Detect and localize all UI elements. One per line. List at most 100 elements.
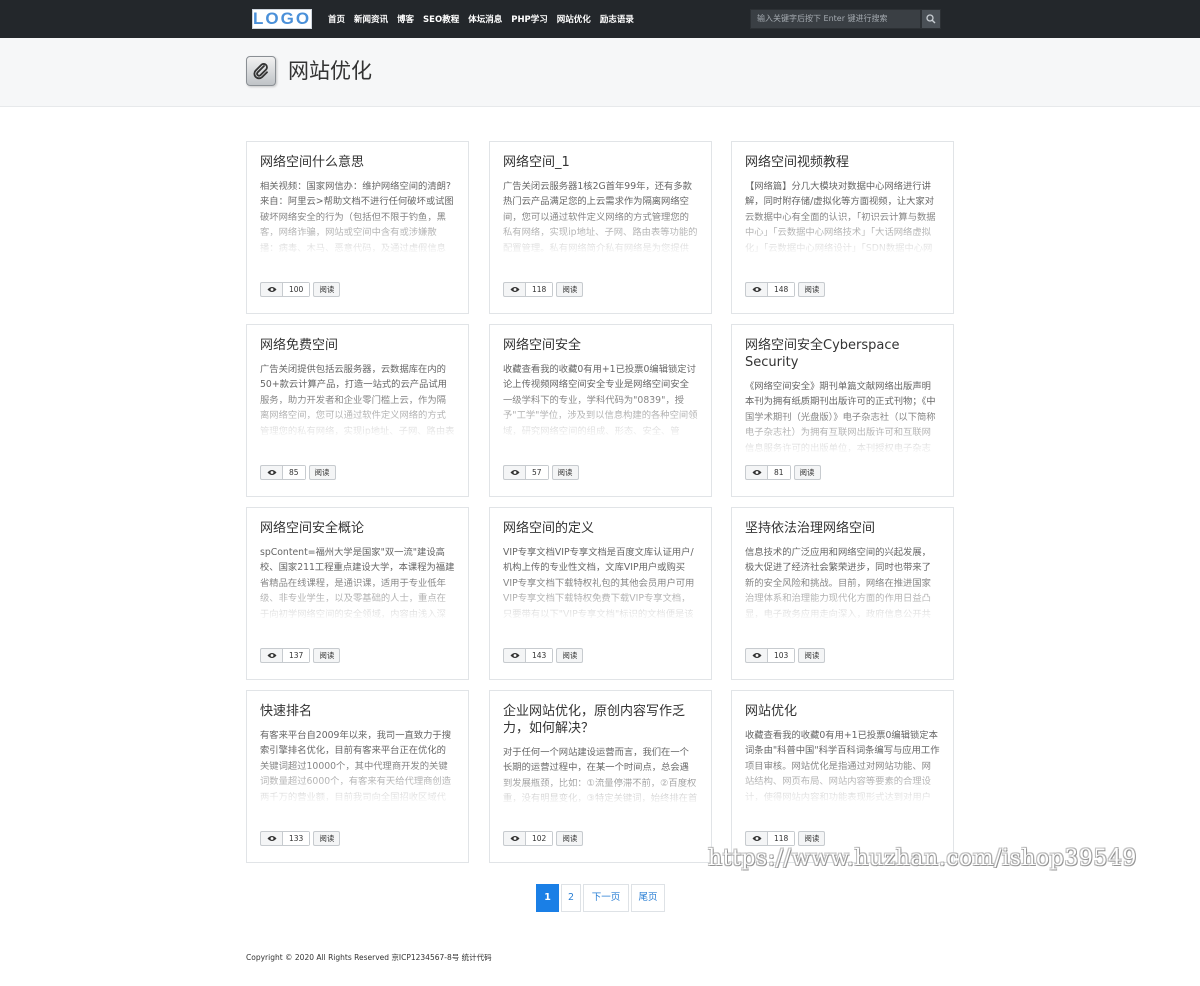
article-summary: 收藏查看我的收藏0有用+1已投票0编辑锁定本词条由"科普中国"科学百科词条编写与…	[745, 730, 940, 803]
page-header: 网站优化	[0, 38, 1200, 107]
article-actions: 81 阅读	[745, 465, 821, 480]
views-button[interactable]: 103	[745, 648, 796, 663]
views-button[interactable]: 118	[745, 831, 796, 846]
views-button[interactable]: 81	[745, 465, 791, 480]
read-button[interactable]: 阅读	[313, 831, 341, 846]
article-actions: 118 阅读	[503, 282, 584, 297]
view-count: 100	[283, 283, 310, 296]
article-actions: 100 阅读	[260, 282, 341, 297]
article-summary: 广告关闭提供包括云服务器，云数据库在内的50+款云计算产品，打造一站式的云产品试…	[260, 364, 455, 437]
nav-item-sports[interactable]: 体坛消息	[468, 13, 502, 25]
article-title[interactable]: 坚持依法治理网络空间	[745, 520, 940, 537]
search-input[interactable]: 输入关键字后按下 Enter 键进行搜索	[750, 9, 921, 29]
views-button[interactable]: 148	[745, 282, 796, 297]
search-button[interactable]	[921, 9, 941, 29]
article-actions: 133 阅读	[260, 831, 341, 846]
article-title[interactable]: 网络空间安全概论	[260, 520, 455, 537]
article-summary: 收藏查看我的收藏0有用+1已投票0编辑锁定讨论上传视频网络空间安全专业是网络空间…	[503, 364, 698, 437]
eye-icon	[746, 832, 768, 845]
page-title: 网站优化	[288, 59, 372, 83]
article-card[interactable]: 坚持依法治理网络空间 信息技术的广泛应用和网络空间的兴起发展，极大促进了经济社会…	[731, 507, 954, 680]
view-count: 102	[526, 832, 553, 845]
read-button[interactable]: 阅读	[556, 648, 584, 663]
nav-item-website-optimization[interactable]: 网站优化	[557, 13, 591, 25]
views-button[interactable]: 143	[503, 648, 554, 663]
nav-menu: 首页 新闻资讯 博客 SEO教程 体坛消息 PHP学习 网站优化 励志语录	[328, 0, 643, 38]
page-1-button[interactable]: 1	[536, 884, 559, 912]
nav-item-quotes[interactable]: 励志语录	[600, 13, 634, 25]
read-button[interactable]: 阅读	[313, 282, 341, 297]
article-card[interactable]: 网络空间的定义 VIP专享文档VIP专享文档是百度文库认证用户/机构上传的专业性…	[489, 507, 712, 680]
article-title[interactable]: 网络空间安全	[503, 337, 698, 354]
article-card[interactable]: 网络空间视频教程 【网络篇】分几大模块对数据中心网络进行讲解，同时附存储/虚拟化…	[731, 141, 954, 314]
last-page-button[interactable]: 尾页	[631, 884, 665, 912]
article-title[interactable]: 网络空间的定义	[503, 520, 698, 537]
nav-item-php[interactable]: PHP学习	[511, 13, 548, 25]
eye-icon	[261, 832, 283, 845]
view-count: 148	[768, 283, 795, 296]
article-card[interactable]: 网络空间安全 收藏查看我的收藏0有用+1已投票0编辑锁定讨论上传视频网络空间安全…	[489, 324, 712, 497]
eye-icon	[746, 466, 768, 479]
article-title[interactable]: 企业网站优化，原创内容写作乏力，如何解决？	[503, 703, 698, 737]
article-actions: 103 阅读	[745, 648, 826, 663]
nav-item-news[interactable]: 新闻资讯	[354, 13, 388, 25]
article-title[interactable]: 快速排名	[260, 703, 455, 720]
article-summary: 有客来平台自2009年以来，我司一直致力于搜索引擎排名优化，目前有客来平台正在优…	[260, 730, 452, 803]
read-button[interactable]: 阅读	[556, 831, 584, 846]
article-title[interactable]: 网络空间安全Cyberspace Security	[745, 337, 940, 371]
article-actions: 148 阅读	[745, 282, 826, 297]
article-title[interactable]: 网络空间_1	[503, 154, 698, 171]
views-button[interactable]: 102	[503, 831, 554, 846]
read-button[interactable]: 阅读	[798, 648, 826, 663]
article-card[interactable]: 网络空间_1 广告关闭云服务器1核2G首年99年，还有多款热门云产品满足您的上云…	[489, 141, 712, 314]
read-button[interactable]: 阅读	[313, 648, 341, 663]
article-actions: 143 阅读	[503, 648, 584, 663]
nav-item-blog[interactable]: 博客	[397, 13, 414, 25]
article-actions: 102 阅读	[503, 831, 584, 846]
article-title[interactable]: 网站优化	[745, 703, 940, 720]
article-card[interactable]: 网络空间安全概论 spContent=福州大学是国家"双一流"建设高校、国家21…	[246, 507, 469, 680]
article-title[interactable]: 网络免费空间	[260, 337, 455, 354]
article-title[interactable]: 网络空间视频教程	[745, 154, 940, 171]
read-button[interactable]: 阅读	[798, 282, 826, 297]
eye-icon	[261, 466, 283, 479]
views-button[interactable]: 57	[503, 465, 549, 480]
article-summary: VIP专享文档VIP专享文档是百度文库认证用户/机构上传的专业性文档，文库VIP…	[503, 547, 695, 620]
article-card[interactable]: 网站优化 收藏查看我的收藏0有用+1已投票0编辑锁定本词条由"科普中国"科学百科…	[731, 690, 954, 863]
nav-item-seo[interactable]: SEO教程	[423, 13, 459, 25]
nav-item-home[interactable]: 首页	[328, 13, 345, 25]
article-actions: 57 阅读	[503, 465, 579, 480]
article-card[interactable]: 网络免费空间 广告关闭提供包括云服务器，云数据库在内的50+款云计算产品，打造一…	[246, 324, 469, 497]
views-button[interactable]: 100	[260, 282, 311, 297]
views-button[interactable]: 133	[260, 831, 311, 846]
pagination: 1 2 下一页 尾页	[0, 884, 1200, 912]
eye-icon	[746, 649, 768, 662]
read-button[interactable]: 阅读	[798, 831, 826, 846]
watermark: https://www.huzhan.com/ishop39549	[708, 846, 1137, 871]
next-page-button[interactable]: 下一页	[583, 884, 629, 912]
page-2-button[interactable]: 2	[561, 884, 581, 912]
read-button[interactable]: 阅读	[556, 282, 584, 297]
footer-copyright: Copyright © 2020 All Rights Reserved 京IC…	[246, 953, 492, 962]
article-card[interactable]: 网络空间安全Cyberspace Security 《网络空间安全》期刊单篇文献…	[731, 324, 954, 497]
article-title[interactable]: 网络空间什么意思	[260, 154, 455, 171]
article-card[interactable]: 企业网站优化，原创内容写作乏力，如何解决？ 对于任何一个网站建设运营而言，我们在…	[489, 690, 712, 863]
article-actions: 118 阅读	[745, 831, 826, 846]
read-button[interactable]: 阅读	[308, 465, 336, 480]
views-button[interactable]: 85	[260, 465, 306, 480]
eye-icon	[746, 283, 768, 296]
article-summary: 《网络空间安全》期刊单篇文献网络出版声明本刊为拥有纸质期刊出版许可的正式刊物；《…	[745, 381, 936, 454]
article-actions: 137 阅读	[260, 648, 341, 663]
read-button[interactable]: 阅读	[793, 465, 821, 480]
site-logo[interactable]: LOGO	[252, 9, 312, 29]
read-button[interactable]: 阅读	[551, 465, 579, 480]
view-count: 103	[768, 649, 795, 662]
article-card[interactable]: 网络空间什么意思 相关视频：国家网信办：维护网络空间的清朗?来自：阿里云>帮助文…	[246, 141, 469, 314]
view-count: 133	[283, 832, 310, 845]
article-summary: 广告关闭云服务器1核2G首年99年，还有多款热门云产品满足您的上云需求作为隔离网…	[503, 181, 698, 254]
view-count: 118	[768, 832, 795, 845]
views-button[interactable]: 118	[503, 282, 554, 297]
views-button[interactable]: 137	[260, 648, 311, 663]
eye-icon	[261, 283, 283, 296]
article-card[interactable]: 快速排名 有客来平台自2009年以来，我司一直致力于搜索引擎排名优化，目前有客来…	[246, 690, 469, 863]
